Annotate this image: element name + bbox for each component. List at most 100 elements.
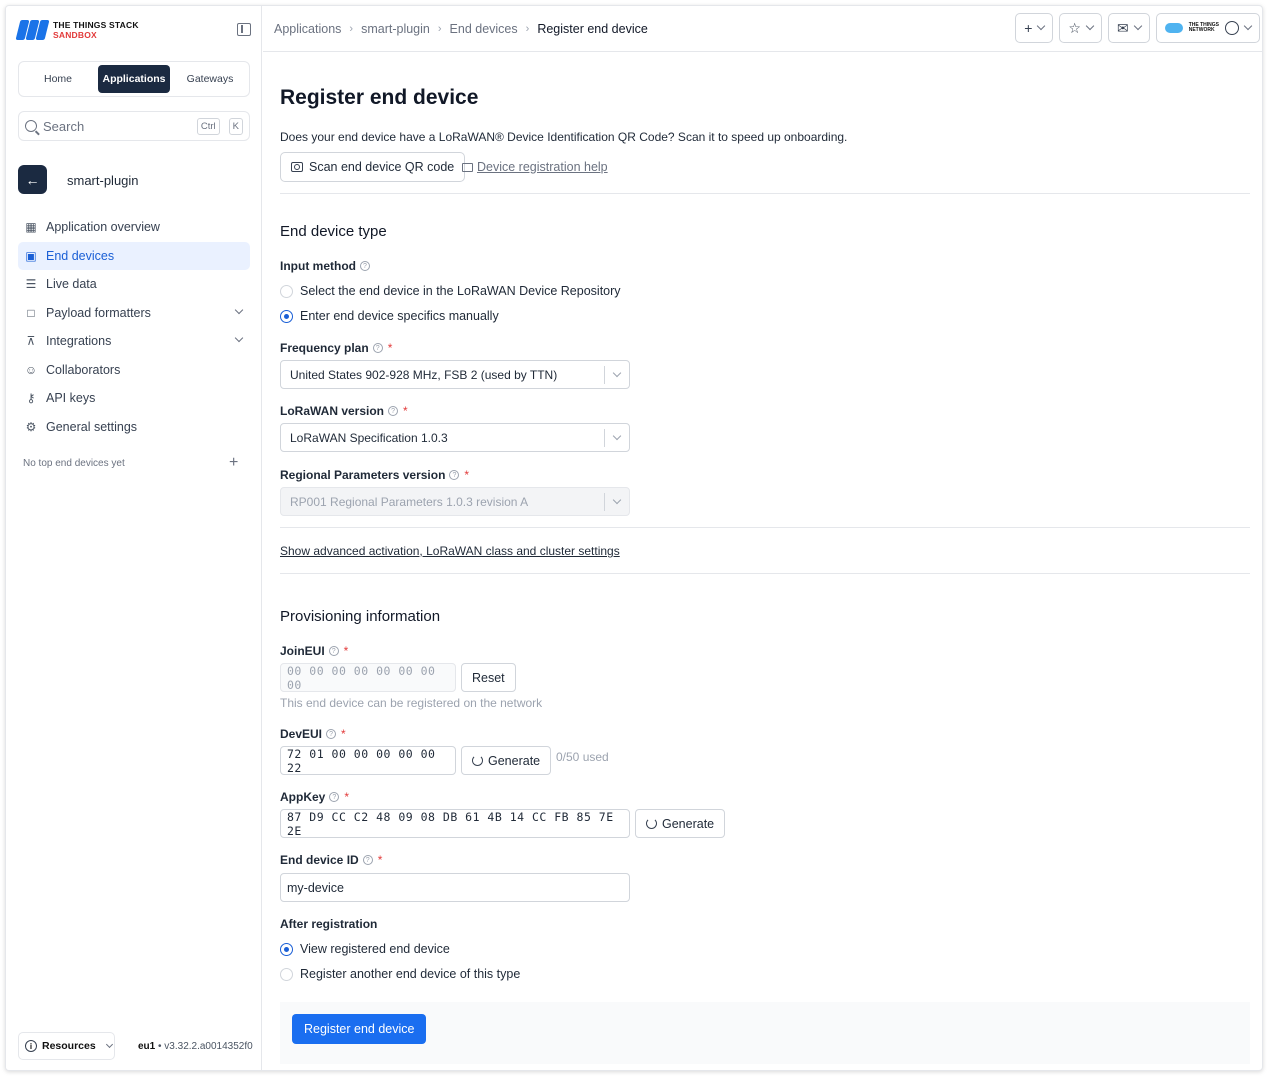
brand-line2: SANDBOX — [53, 30, 97, 40]
bookmarks-button[interactable]: ☆ — [1059, 13, 1102, 43]
key-icon: ⚷ — [26, 391, 36, 405]
input-method-label-text: Input method — [280, 259, 356, 273]
app-nav: ▦ Application overview ▣ End devices ☰ L… — [18, 213, 250, 441]
radio-device-repository[interactable]: Select the end device in the LoRaWAN Dev… — [280, 284, 621, 298]
sidebar-item-label: Payload formatters — [46, 305, 151, 320]
star-icon: ☆ — [1068, 19, 1081, 36]
fork-icon: ⊼ — [26, 334, 36, 348]
radio-button[interactable] — [280, 942, 293, 956]
radio-button[interactable] — [280, 284, 293, 298]
search-input[interactable]: Search Ctrl K — [18, 111, 250, 141]
sidebar-item-label: Application overview — [46, 220, 160, 234]
sidebar-item-integrations[interactable]: ⊼ Integrations — [18, 327, 250, 355]
radio-button[interactable] — [280, 309, 293, 323]
ttn-logo-text: THE THINGS NETWORK — [1188, 22, 1219, 33]
generate-appkey-button[interactable]: Generate — [635, 809, 726, 838]
chevron-down-icon[interactable] — [234, 333, 244, 343]
sidebar-item-end-devices[interactable]: ▣ End devices — [18, 241, 250, 270]
lorawan-version-value: LoRaWAN Specification 1.0.3 — [290, 430, 448, 445]
joineui-input[interactable]: 00 00 00 00 00 00 00 00 — [280, 663, 456, 692]
sidebar-item-label: End devices — [46, 248, 115, 263]
frequency-plan-select[interactable]: United States 902-928 MHz, FSB 2 (used b… — [280, 360, 630, 389]
required-marker: * — [387, 341, 393, 355]
account-menu-button[interactable]: THE THINGS NETWORK — [1155, 13, 1260, 43]
required-marker: * — [377, 853, 383, 867]
help-icon[interactable]: ? — [449, 470, 460, 480]
required-marker: * — [403, 404, 408, 418]
brand-logo[interactable]: THE THINGS STACK SANDBOX — [15, 20, 139, 40]
sidebar: THE THINGS STACK SANDBOX Home Applicatio… — [6, 6, 262, 1070]
sidebar-item-payload-formatters[interactable]: □ Payload formatters — [18, 299, 250, 327]
chevron-down-icon[interactable] — [234, 305, 244, 314]
radio-label: Select the end device in the LoRaWAN Dev… — [300, 284, 621, 298]
radio-label: Register another end device of this type — [300, 967, 521, 981]
registration-help-link[interactable]: Device registration help — [462, 160, 608, 174]
help-icon[interactable]: ? — [388, 406, 399, 416]
section-title-device-type: End device type — [280, 223, 387, 240]
lorawan-version-select[interactable]: LoRaWAN Specification 1.0.3 — [280, 423, 630, 452]
switch-home[interactable]: Home — [22, 65, 94, 93]
deveui-input[interactable]: 72 01 00 00 00 00 00 22 — [280, 746, 456, 775]
arrow-left-icon: ← — [25, 171, 40, 188]
add-top-device-icon[interactable]: + — [229, 454, 238, 472]
radio-manual[interactable]: Enter end device specifics manually — [280, 309, 499, 323]
generate-deveui-button[interactable]: Generate — [461, 746, 552, 775]
radio-button[interactable] — [280, 967, 293, 981]
app-window: THE THINGS STACK SANDBOX Home Applicatio… — [5, 5, 1263, 1071]
required-marker: * — [343, 644, 349, 658]
radio-register-another[interactable]: Register another end device of this type — [280, 967, 520, 981]
region-label: eu1 — [138, 1041, 156, 1052]
version-text: • v3.32.2.a0014352f0 — [155, 1041, 253, 1052]
device-id-input[interactable]: my-device — [280, 873, 630, 902]
lorawan-version-label-text: LoRaWAN version — [280, 404, 385, 418]
notifications-button[interactable]: ✉ — [1107, 13, 1150, 43]
gear-icon: ⚙ — [25, 419, 37, 434]
breadcrumb-applications[interactable]: Applications — [274, 22, 341, 36]
breadcrumb-separator-icon: › — [437, 22, 442, 35]
register-end-device-button[interactable]: Register end device — [292, 1014, 427, 1044]
breadcrumb-app[interactable]: smart-plugin — [361, 22, 430, 36]
switch-applications[interactable]: Applications — [98, 65, 170, 93]
help-icon[interactable]: ? — [359, 261, 370, 271]
refresh-icon — [472, 755, 483, 766]
search-placeholder: Search — [43, 118, 85, 134]
help-icon[interactable]: ? — [328, 646, 339, 656]
sidebar-item-collaborators[interactable]: ☺ Collaborators — [18, 356, 250, 384]
info-icon: i — [25, 1040, 37, 1052]
top-header: Applications › smart-plugin › End device… — [263, 6, 1262, 52]
breadcrumb-end-devices[interactable]: End devices — [450, 22, 518, 36]
camera-icon — [291, 162, 303, 172]
sidebar-item-overview[interactable]: ▦ Application overview — [18, 213, 250, 241]
breadcrumb-separator-icon: › — [525, 22, 530, 35]
sidebar-item-general-settings[interactable]: ⚙ General settings — [18, 413, 250, 441]
add-menu-button[interactable]: + — [1015, 13, 1054, 43]
deveui-usage: 0/50 used — [556, 750, 609, 764]
help-icon[interactable]: ? — [372, 343, 383, 353]
switch-gateways[interactable]: Gateways — [174, 65, 246, 93]
help-icon[interactable]: ? — [362, 855, 373, 865]
joineui-label-text: JoinEUI — [280, 644, 325, 658]
appkey-input[interactable]: 87 D9 CC C2 48 09 08 DB 61 4B 14 CC FB 8… — [280, 809, 630, 838]
device-id-label-text: End device ID — [280, 853, 359, 867]
help-icon[interactable]: ? — [329, 792, 340, 802]
sidebar-item-live-data[interactable]: ☰ Live data — [18, 270, 250, 298]
breadcrumb: Applications › smart-plugin › End device… — [274, 22, 648, 36]
sidebar-item-label: Integrations — [46, 334, 112, 348]
sidebar-collapse-icon[interactable] — [237, 23, 251, 36]
advanced-settings-link[interactable]: Show advanced activation, LoRaWAN class … — [280, 544, 620, 558]
scan-qr-label: Scan end device QR code — [309, 160, 455, 174]
lorawan-version-label: LoRaWAN version? * — [280, 404, 408, 418]
help-icon[interactable]: ? — [326, 729, 337, 739]
select-divider — [604, 429, 605, 447]
joineui-hint: This end device can be registered on the… — [280, 696, 543, 710]
form-footer: Register end device — [280, 1002, 1250, 1064]
sidebar-item-api-keys[interactable]: ⚷ API keys — [18, 384, 250, 412]
scan-qr-button[interactable]: Scan end device QR code — [280, 152, 466, 182]
resources-button[interactable]: i Resources — [18, 1032, 115, 1060]
select-divider — [604, 366, 605, 384]
radio-view-device[interactable]: View registered end device — [280, 942, 450, 956]
reset-button[interactable]: Reset — [461, 663, 516, 692]
back-arrow-button[interactable]: ← — [18, 165, 47, 194]
generate-label: Generate — [662, 816, 715, 831]
divider — [280, 527, 1250, 528]
